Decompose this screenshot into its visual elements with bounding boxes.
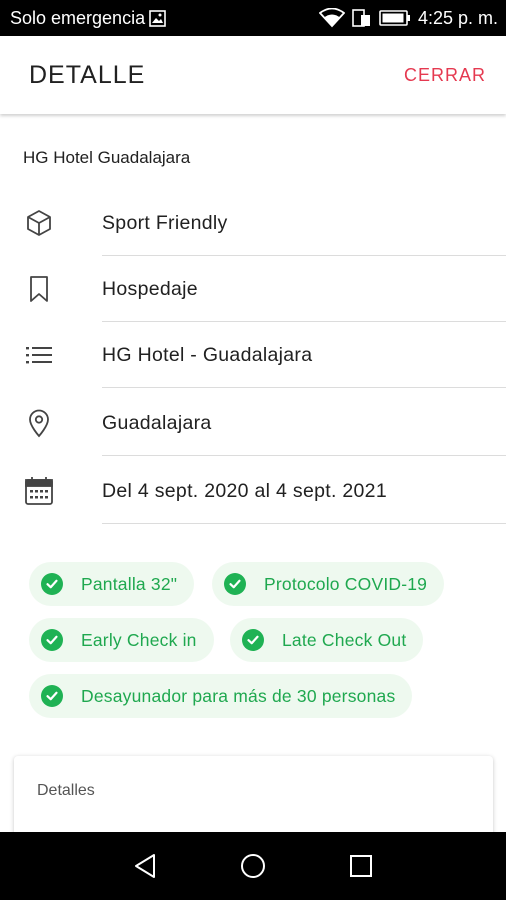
check-circle-icon	[242, 629, 264, 651]
back-icon[interactable]	[130, 851, 160, 881]
page-title: DETALLE	[29, 60, 146, 89]
row-divider	[102, 455, 506, 456]
wifi-icon	[318, 8, 345, 28]
app-bar: DETALLE CERRAR	[0, 36, 506, 114]
close-button[interactable]: CERRAR	[404, 65, 486, 86]
location-pin-icon	[24, 408, 54, 438]
status-carrier: Solo emergencia	[10, 8, 166, 29]
bookmark-icon	[24, 274, 54, 304]
detail-row-label: HG Hotel - Guadalajara	[102, 343, 313, 366]
detail-row-category: Sport Friendly	[0, 190, 506, 256]
cube-icon	[24, 208, 54, 238]
status-bar: Solo emergencia 4:25 p. m.	[0, 0, 506, 36]
detail-row-label: Sport Friendly	[102, 211, 228, 234]
sim-icon	[352, 8, 372, 28]
amenity-label: Protocolo COVID-19	[264, 573, 428, 594]
battery-icon	[379, 9, 411, 27]
carrier-text: Solo emergencia	[10, 7, 146, 28]
calendar-icon	[24, 476, 54, 506]
check-circle-icon	[41, 629, 63, 651]
hotel-name: HG Hotel Guadalajara	[23, 148, 191, 167]
image-icon	[149, 9, 166, 27]
row-divider	[102, 387, 506, 388]
check-circle-icon	[41, 573, 63, 595]
amenity-chip: Early Check in	[29, 618, 214, 662]
detail-row-type: Hospedaje	[0, 256, 506, 322]
amenity-chip: Protocolo COVID-19	[212, 562, 445, 606]
recents-icon[interactable]	[346, 851, 376, 881]
amenity-label: Early Check in	[81, 629, 197, 650]
status-time: 4:25 p. m.	[417, 7, 498, 28]
check-circle-icon	[224, 573, 246, 595]
detail-content[interactable]: HG Hotel Guadalajara Sport Friendly Hosp…	[0, 114, 506, 832]
row-divider	[102, 523, 506, 524]
detail-row-location: Guadalajara	[0, 390, 506, 456]
amenity-label: Desayunador para más de 30 personas	[81, 685, 396, 706]
check-circle-icon	[41, 685, 63, 707]
home-icon[interactable]	[238, 851, 268, 881]
amenity-chip: Desayunador para más de 30 personas	[29, 674, 413, 718]
navigation-bar	[0, 832, 506, 900]
detail-row-provider: HG Hotel - Guadalajara	[0, 322, 506, 388]
amenity-label: Late Check Out	[282, 629, 407, 650]
details-card: Detalles	[14, 756, 493, 832]
amenity-label: Pantalla 32"	[81, 573, 178, 594]
detail-row-label: Del 4 sept. 2020 al 4 sept. 2021	[102, 479, 387, 502]
detail-row-label: Hospedaje	[102, 277, 198, 300]
amenity-chip: Pantalla 32"	[29, 562, 195, 606]
details-card-title: Detalles	[37, 782, 95, 799]
amenity-chip: Late Check Out	[230, 618, 424, 662]
detail-row-label: Guadalajara	[102, 411, 212, 434]
detail-row-dates: Del 4 sept. 2020 al 4 sept. 2021	[0, 458, 506, 524]
list-icon	[24, 340, 54, 370]
